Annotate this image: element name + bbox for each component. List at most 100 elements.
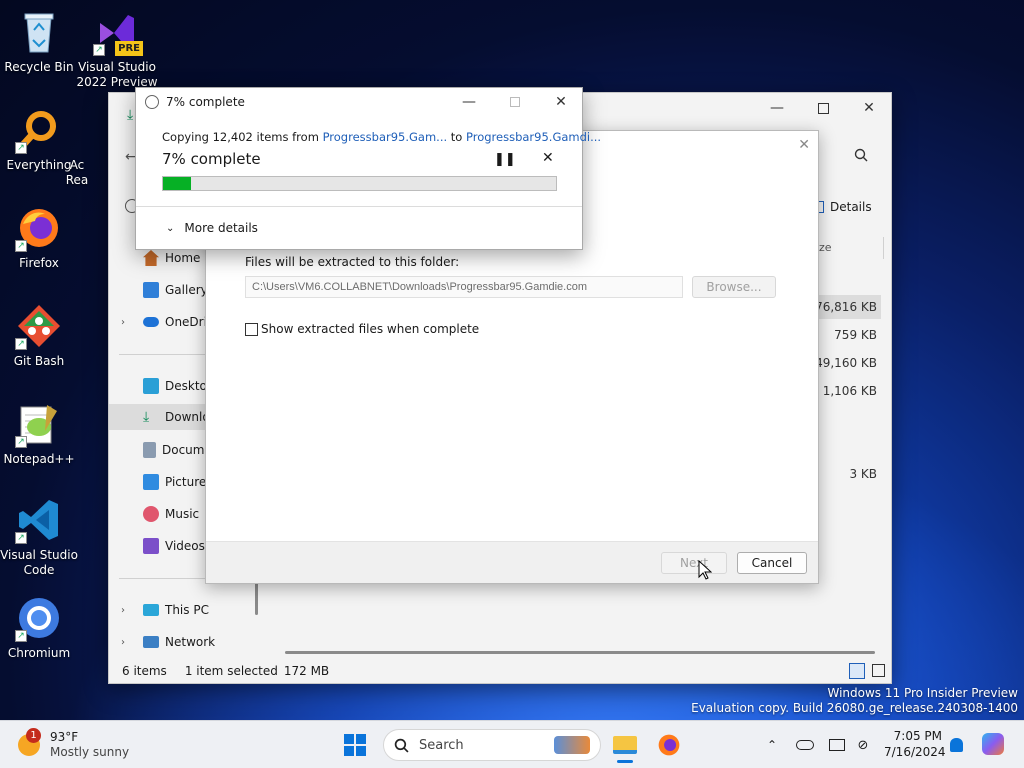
horizontal-scrollbar[interactable] bbox=[285, 651, 875, 654]
start-button[interactable] bbox=[343, 733, 367, 757]
tiles-view-button[interactable] bbox=[872, 664, 885, 677]
chevron-down-icon: ⌄ bbox=[166, 222, 175, 234]
tray-network[interactable]: ⊘ bbox=[852, 735, 874, 755]
monitor-icon bbox=[829, 739, 845, 751]
nav-item-label: Videos bbox=[165, 539, 205, 553]
download-icon: ⤓ bbox=[143, 409, 150, 425]
cloud-offline-icon bbox=[796, 740, 814, 750]
desktop-icon-label: Ac Rea bbox=[65, 158, 89, 187]
minimize-button[interactable]: — bbox=[754, 93, 800, 123]
copy-status-text: Copying 12,402 items from Progressbar95.… bbox=[162, 130, 601, 144]
maximize-button bbox=[492, 88, 538, 116]
maximize-button[interactable] bbox=[800, 93, 846, 123]
clock-date: 7/16/2024 bbox=[884, 745, 946, 759]
show-files-checkbox[interactable] bbox=[245, 322, 258, 336]
desktop-icon-chromium[interactable]: ↗ Chromium bbox=[0, 594, 81, 661]
close-button[interactable]: ✕ bbox=[846, 93, 892, 123]
chevron-right-icon[interactable]: › bbox=[121, 317, 125, 328]
folder-icon bbox=[613, 736, 637, 754]
weather-temp: 93°F bbox=[50, 730, 79, 744]
close-button[interactable]: ✕ bbox=[538, 88, 584, 116]
status-selection: 1 item selected bbox=[184, 664, 278, 678]
tray-onedrive[interactable] bbox=[794, 735, 816, 755]
shortcut-arrow-icon: ↗ bbox=[93, 44, 105, 56]
copilot-button[interactable] bbox=[980, 731, 1006, 757]
clock[interactable]: 7:05 PM 7/16/2024 bbox=[884, 728, 946, 760]
weather-badge: 1 bbox=[26, 728, 41, 743]
network-status-icon: ⊘ bbox=[857, 737, 869, 753]
extract-path-input[interactable] bbox=[245, 276, 683, 298]
weather-widget[interactable]: 1 93°F Mostly sunny bbox=[18, 728, 129, 762]
shortcut-arrow-icon: ↗ bbox=[15, 532, 27, 544]
preview-badge: PRE bbox=[115, 41, 143, 56]
wizard-close-button[interactable]: ✕ bbox=[798, 137, 810, 153]
browse-button[interactable]: Browse... bbox=[692, 276, 776, 298]
desktop-folder-icon bbox=[143, 378, 159, 394]
desktop-icon-notepad-plus-plus[interactable]: ↗ Notepad++ bbox=[0, 400, 81, 467]
nav-item-label: Home bbox=[165, 251, 201, 265]
desktop-icon-partial[interactable]: Ac Rea bbox=[62, 106, 108, 188]
desktop-icon-recycle-bin[interactable]: Recycle Bin bbox=[0, 8, 81, 75]
column-header-size[interactable]: ze bbox=[819, 241, 832, 254]
pictures-icon bbox=[143, 474, 159, 490]
next-button[interactable]: Next bbox=[661, 552, 727, 574]
recycle-bin-icon bbox=[15, 8, 63, 56]
close-icon: ✕ bbox=[542, 150, 554, 166]
chevron-right-icon[interactable]: › bbox=[121, 605, 125, 616]
nav-item-network[interactable]: › Network bbox=[109, 629, 259, 655]
taskbar-file-explorer[interactable] bbox=[610, 727, 640, 763]
cancel-button[interactable]: Cancel bbox=[737, 552, 807, 574]
details-button[interactable]: Details bbox=[813, 200, 872, 214]
more-details-label: More details bbox=[184, 221, 258, 235]
gallery-icon bbox=[143, 282, 159, 298]
chevron-up-icon: ⌃ bbox=[766, 738, 778, 752]
details-label: Details bbox=[830, 200, 872, 214]
search-icon bbox=[394, 738, 409, 753]
search-button[interactable] bbox=[854, 148, 870, 164]
cancel-copy-button[interactable]: ✕ bbox=[542, 150, 554, 166]
document-icon bbox=[143, 442, 156, 458]
details-view-button[interactable] bbox=[849, 663, 865, 679]
taskbar-search-box[interactable]: Search bbox=[383, 729, 601, 761]
more-details-toggle[interactable]: ⌄ More details bbox=[166, 221, 258, 235]
show-files-checkbox-row[interactable]: Show extracted files when complete bbox=[245, 322, 479, 336]
minimize-icon: — bbox=[462, 94, 476, 110]
shortcut-arrow-icon: ↗ bbox=[15, 240, 27, 252]
destination-folder-link[interactable]: Progressbar95.Gamdi... bbox=[466, 130, 601, 144]
extract-folder-label: Files will be extracted to this folder: bbox=[245, 255, 460, 269]
nav-item-label: This PC bbox=[165, 603, 209, 617]
desktop-icon-git-bash[interactable]: ↗ Git Bash bbox=[0, 302, 81, 369]
copy-progress-dialog: 7% complete — ✕ Copying 12,402 items fro… bbox=[135, 87, 601, 250]
active-indicator bbox=[617, 760, 633, 763]
app-icon bbox=[70, 106, 100, 154]
pause-icon: ❚❚ bbox=[494, 152, 516, 167]
vscode-icon: ↗ bbox=[15, 496, 63, 544]
firefox-icon: ↗ bbox=[15, 204, 63, 252]
minimize-button[interactable]: — bbox=[446, 88, 492, 116]
status-selection-size: 172 MB bbox=[283, 664, 330, 678]
firefox-icon bbox=[658, 734, 680, 756]
music-icon bbox=[143, 506, 159, 522]
desktop-icon-visual-studio-2022-preview[interactable]: PRE ↗ Visual Studio 2022 Preview bbox=[75, 8, 159, 90]
videos-icon bbox=[143, 538, 159, 554]
download-icon: ⤓ bbox=[127, 107, 134, 123]
source-folder-link[interactable]: Progressbar95.Gam... bbox=[323, 130, 448, 144]
show-hidden-icons-button[interactable]: ⌃ bbox=[764, 735, 780, 755]
nav-item-this-pc[interactable]: › This PC bbox=[109, 597, 259, 623]
visual-studio-icon: PRE ↗ bbox=[93, 8, 143, 56]
status-bar: 6 items 1 item selected 172 MB bbox=[109, 659, 891, 683]
pause-button[interactable]: ❚❚ bbox=[494, 152, 516, 167]
desktop-icon-firefox[interactable]: ↗ Firefox bbox=[0, 204, 81, 271]
notifications-button[interactable] bbox=[946, 735, 966, 755]
column-divider bbox=[883, 237, 884, 259]
desktop-icon-vscode[interactable]: ↗ Visual Studio Code bbox=[0, 496, 81, 578]
watermark-line-2: Evaluation copy. Build 26080.ge_release.… bbox=[691, 701, 1018, 715]
taskbar: 1 93°F Mostly sunny Search ⌃ ⊘ 7:05 PM 7… bbox=[0, 720, 1024, 768]
taskbar-firefox[interactable] bbox=[654, 730, 684, 760]
progress-heading: 7% complete bbox=[162, 150, 261, 168]
chevron-right-icon[interactable]: › bbox=[121, 637, 125, 648]
evaluation-watermark: Windows 11 Pro Insider Preview Evaluatio… bbox=[691, 686, 1018, 716]
tray-display[interactable] bbox=[826, 735, 848, 755]
nav-item-label: Network bbox=[165, 635, 216, 649]
progress-divider bbox=[136, 206, 582, 207]
